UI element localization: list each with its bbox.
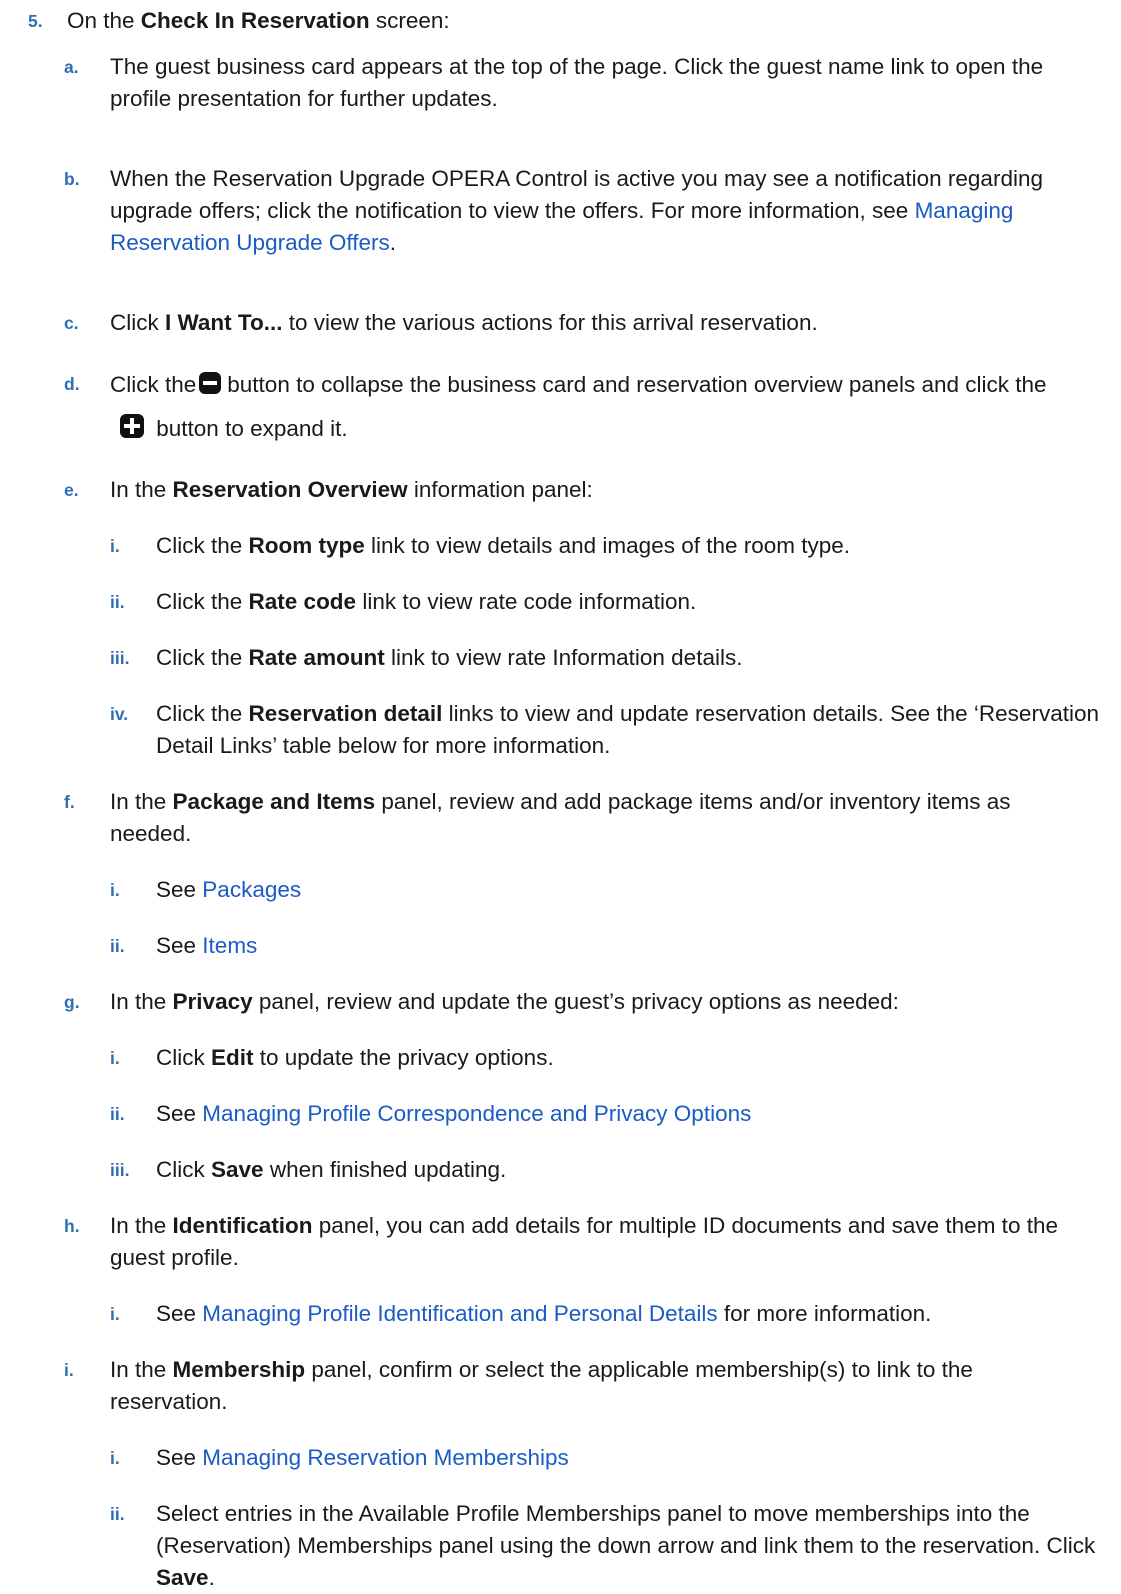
managing-profile-identification-link[interactable]: Managing Profile Identification and Pers…: [202, 1301, 717, 1326]
substep-i-i: i. See Managing Reservation Memberships: [110, 1445, 569, 1470]
substep-h: h. In the Identification panel, you can …: [64, 1210, 1084, 1274]
substep-e-iv: iv. Click the Reservation detail links t…: [110, 701, 1099, 758]
substep-letter: b.: [64, 169, 80, 189]
items-link[interactable]: Items: [202, 933, 257, 958]
substep-letter: i.: [64, 1360, 74, 1380]
managing-profile-correspondence-link[interactable]: Managing Profile Correspondence and Priv…: [202, 1101, 751, 1126]
managing-reservation-memberships-link[interactable]: Managing Reservation Memberships: [202, 1445, 568, 1470]
substep-letter: f.: [64, 792, 75, 812]
substep-e-i: i. Click the Room type link to view deta…: [110, 533, 851, 558]
substep-c: c. Click I Want To... to view the variou…: [64, 307, 1084, 339]
substep-e-ii: ii. Click the Rate code link to view rat…: [110, 589, 697, 614]
substep-text: The guest business card appears at the t…: [110, 54, 1044, 111]
substep-i: i. In the Membership panel, confirm or s…: [64, 1354, 1084, 1418]
substep-b: b. When the Reservation Upgrade OPERA Co…: [64, 163, 1084, 259]
substep-f-i: i. See Packages: [110, 877, 302, 902]
substep-letter: g.: [64, 992, 80, 1012]
screen-name: Check In Reservation: [140, 8, 370, 33]
packages-link[interactable]: Packages: [202, 877, 301, 902]
substep-e-iii: iii. Click the Rate amount link to view …: [110, 645, 743, 670]
substep-letter: h.: [64, 1216, 80, 1236]
substep-f: f. In the Package and Items panel, revie…: [64, 786, 1084, 850]
expand-plus-icon: [120, 414, 144, 438]
i-want-to-label: I Want To...: [165, 310, 283, 335]
substep-i-ii: ii. Select entries in the Available Prof…: [110, 1501, 1096, 1590]
substep-g: g. In the Privacy panel, review and upda…: [64, 986, 1084, 1018]
substep-letter: a.: [64, 57, 79, 77]
substep-g-i: i. Click Edit to update the privacy opti…: [110, 1045, 554, 1070]
substep-letter: d.: [64, 374, 80, 394]
substep-e: e. In the Reservation Overview informati…: [64, 474, 1084, 506]
step-5: 5. On the Check In Reservation screen:: [28, 5, 1108, 37]
substep-letter: e.: [64, 480, 79, 500]
collapse-minus-icon: [199, 372, 222, 394]
substep-a: a. The guest business card appears at th…: [64, 51, 1084, 115]
substep-g-ii: ii. See Managing Profile Correspondence …: [110, 1101, 752, 1126]
substep-letter: c.: [64, 313, 79, 333]
substep-d: d. Click the button to collapse the busin…: [64, 363, 1084, 451]
substep-h-i: i. See Managing Profile Identification a…: [110, 1301, 932, 1326]
substep-g-iii: iii. Click Save when finished updating.: [110, 1157, 507, 1182]
substep-f-ii: ii. See Items: [110, 933, 258, 958]
step-number: 5.: [28, 11, 43, 31]
